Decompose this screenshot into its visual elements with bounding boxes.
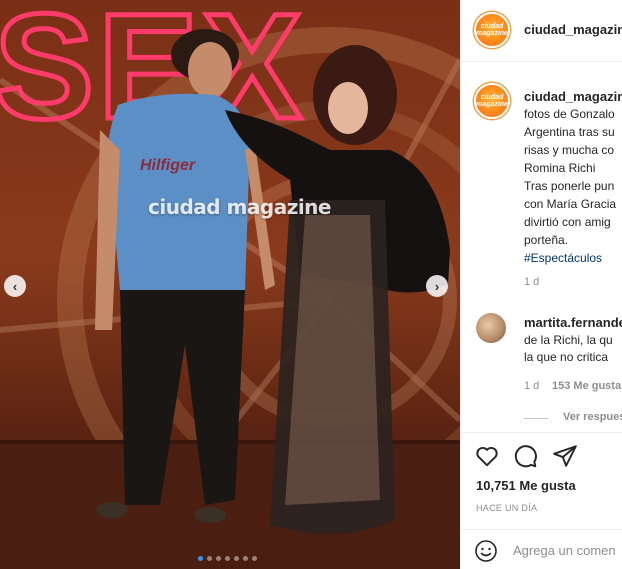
- caption-line: fotos de Gonzalo: [524, 107, 615, 121]
- caption-username[interactable]: ciudad_magazine: [524, 89, 622, 104]
- add-comment-bar: [461, 529, 622, 569]
- carousel-dot: [234, 556, 239, 561]
- caption-line: divirtió con amig: [524, 215, 611, 229]
- avatar-logo: ciudad magazine: [476, 94, 508, 108]
- caption-line: Romina Richi: [524, 161, 596, 175]
- header-username[interactable]: ciudad_magazine: [524, 22, 622, 37]
- post-header: ciudad magazine ciudad_magazine: [461, 0, 622, 62]
- caption-line: Tras ponerle pun: [524, 179, 615, 193]
- carousel-dot: [216, 556, 221, 561]
- carousel-dot: [225, 556, 230, 561]
- post-actions: 10,751 Me gusta HACE UN DÍA: [461, 432, 622, 569]
- carousel-dots: [198, 556, 257, 561]
- account-avatar[interactable]: ciudad magazine: [474, 12, 510, 48]
- carousel-dot: [207, 556, 212, 561]
- heart-icon[interactable]: [474, 443, 500, 469]
- hashtag-link[interactable]: #Espectáculos: [524, 251, 602, 265]
- comment-text-line: la que no critica: [524, 350, 609, 364]
- carousel-dot: [252, 556, 257, 561]
- comment-input[interactable]: [513, 538, 622, 562]
- speech-bubble-icon[interactable]: [512, 443, 538, 469]
- photo-scene: SEX Hilfiger: [0, 0, 460, 569]
- avatar-logo: ciudad magazine: [476, 23, 508, 37]
- caption-timestamp[interactable]: 1 d: [524, 276, 539, 288]
- paper-plane-icon[interactable]: [552, 443, 578, 469]
- comment-timestamp[interactable]: 1 d: [524, 380, 539, 392]
- carousel-dot: [243, 556, 248, 561]
- post-photo[interactable]: SEX Hilfiger ciudad magazine ‹ ›: [0, 0, 460, 569]
- chevron-left-icon[interactable]: ‹: [4, 275, 26, 297]
- comment-username[interactable]: martita.fernande: [524, 315, 622, 330]
- instagram-post: SEX Hilfiger ciudad magazine ‹ › ciudad …: [0, 0, 622, 569]
- svg-text:Hilfiger: Hilfiger: [140, 157, 196, 174]
- caption-line: risas y mucha co: [524, 143, 615, 157]
- carousel-dot: [198, 556, 203, 561]
- post-date: HACE UN DÍA: [476, 503, 538, 513]
- comment-text-line: de la Richi, la qu: [524, 333, 613, 347]
- photo-watermark: ciudad magazine: [148, 195, 332, 219]
- commenter-avatar[interactable]: [476, 313, 506, 343]
- view-replies-link[interactable]: Ver respues: [563, 411, 622, 423]
- replies-divider: [524, 418, 548, 419]
- caption-avatar[interactable]: ciudad magazine: [474, 83, 510, 119]
- comment-likes-count[interactable]: 153 Me gusta: [552, 380, 621, 392]
- caption-line: porteña.: [524, 233, 569, 247]
- post-sidebar: ciudad magazine ciudad_magazine ciudad m…: [460, 0, 622, 569]
- likes-count[interactable]: 10,751 Me gusta: [476, 478, 576, 493]
- smiley-icon[interactable]: [474, 539, 498, 563]
- chevron-right-icon[interactable]: ›: [426, 275, 448, 297]
- caption-line: Argentina tras su: [524, 125, 615, 139]
- caption-line: con María Gracia: [524, 197, 617, 211]
